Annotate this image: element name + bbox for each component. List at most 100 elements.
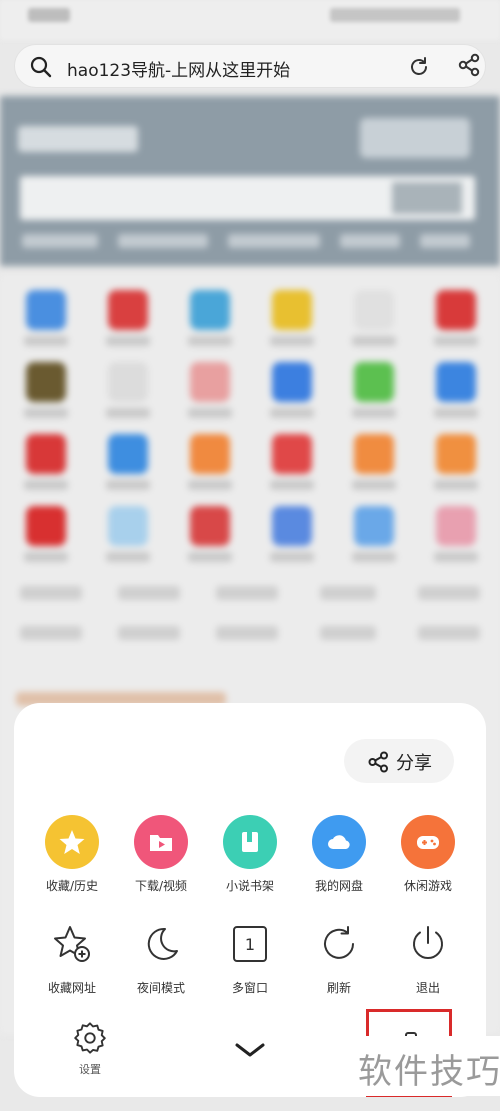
site-tile — [354, 506, 394, 546]
site-tile — [190, 362, 230, 402]
site-label — [270, 336, 314, 346]
site-label — [270, 408, 314, 418]
window-count-icon: 1 — [223, 917, 277, 971]
menu-label: 收藏网址 — [47, 981, 96, 995]
watermark: 软件技巧 — [350, 1036, 500, 1096]
site-tile — [108, 506, 148, 546]
star-icon — [45, 815, 99, 869]
site-label — [434, 552, 478, 562]
menu-label: 收藏/历史 — [45, 879, 99, 893]
site-label — [24, 552, 68, 562]
site-tile — [272, 362, 312, 402]
site-label — [352, 408, 396, 418]
site-tile — [26, 362, 66, 402]
menu-novel-bookshelf[interactable]: 小说书架 — [205, 815, 295, 894]
site-label — [434, 480, 478, 490]
address-bar-title: hao123导航-上网从这里开始 — [67, 61, 291, 81]
gear-icon — [74, 1022, 106, 1054]
text-link — [216, 586, 278, 600]
menu-favorites-history[interactable]: 收藏/历史 — [27, 815, 117, 894]
settings-button[interactable]: 设置 — [60, 1021, 120, 1077]
site-label — [106, 336, 150, 346]
menu-add-bookmark[interactable]: 收藏网址 — [27, 917, 117, 996]
weather-widget — [360, 118, 470, 158]
book-icon — [223, 815, 277, 869]
site-tile — [26, 434, 66, 474]
text-link — [118, 626, 180, 640]
site-label — [188, 552, 232, 562]
site-label — [434, 408, 478, 418]
text-link — [118, 586, 180, 600]
site-tile — [272, 290, 312, 330]
site-tile — [354, 362, 394, 402]
site-tile — [108, 434, 148, 474]
site-label — [188, 480, 232, 490]
site-label — [352, 480, 396, 490]
site-label — [188, 408, 232, 418]
window-count: 1 — [245, 935, 255, 954]
page-tab — [22, 234, 98, 248]
text-link — [320, 626, 376, 640]
menu-label: 多窗口 — [231, 981, 268, 995]
site-label — [106, 552, 150, 562]
site-tile — [272, 506, 312, 546]
text-link — [216, 626, 278, 640]
star-add-icon — [45, 917, 99, 971]
site-label — [270, 480, 314, 490]
page-tab — [118, 234, 208, 248]
site-label — [270, 552, 314, 562]
share-icon — [368, 751, 388, 773]
page-banner — [0, 96, 500, 266]
page-logo — [18, 126, 138, 152]
settings-label: 设置 — [79, 1063, 101, 1076]
site-label — [352, 336, 396, 346]
menu-label: 夜间模式 — [136, 981, 185, 995]
site-tile — [190, 506, 230, 546]
menu-night-mode[interactable]: 夜间模式 — [116, 917, 206, 996]
menu-exit[interactable]: 退出 — [383, 917, 473, 996]
site-tile — [436, 290, 476, 330]
page-search-button — [392, 182, 462, 214]
gamepad-icon — [401, 815, 455, 869]
refresh-icon — [312, 917, 366, 971]
text-link — [418, 586, 480, 600]
site-label — [24, 336, 68, 346]
page-tab — [420, 234, 470, 248]
share-label: 分享 — [396, 753, 432, 774]
page-tab — [340, 234, 400, 248]
site-tile — [190, 434, 230, 474]
address-bar[interactable]: hao123导航-上网从这里开始 — [14, 44, 486, 88]
reload-icon[interactable] — [407, 55, 431, 79]
status-time — [28, 8, 70, 22]
site-label — [24, 408, 68, 418]
folder-play-icon — [134, 815, 188, 869]
text-link — [20, 626, 82, 640]
cloud-icon — [312, 815, 366, 869]
site-tile — [272, 434, 312, 474]
site-label — [24, 480, 68, 490]
status-indicators — [330, 8, 460, 22]
site-label — [106, 480, 150, 490]
power-icon — [401, 917, 455, 971]
text-link — [20, 586, 82, 600]
page-tab — [228, 234, 320, 248]
site-label — [434, 336, 478, 346]
share-icon[interactable] — [456, 52, 482, 78]
menu-downloads-videos[interactable]: 下载/视频 — [116, 815, 206, 894]
menu-casual-games[interactable]: 休闲游戏 — [383, 815, 473, 894]
site-tile — [190, 290, 230, 330]
menu-label: 下载/视频 — [134, 879, 188, 893]
share-button[interactable]: 分享 — [344, 739, 454, 783]
site-tile — [436, 362, 476, 402]
chevron-down-icon[interactable] — [232, 1038, 268, 1062]
status-bar — [0, 0, 500, 40]
text-link — [418, 626, 480, 640]
menu-multi-window[interactable]: 1 多窗口 — [205, 917, 295, 996]
menu-label: 退出 — [415, 981, 440, 995]
menu-refresh[interactable]: 刷新 — [294, 917, 384, 996]
watermark-text: 软件技巧 — [358, 1052, 500, 1092]
menu-cloud-drive[interactable]: 我的网盘 — [294, 815, 384, 894]
site-label — [188, 336, 232, 346]
moon-icon — [134, 917, 188, 971]
search-icon — [30, 56, 52, 78]
